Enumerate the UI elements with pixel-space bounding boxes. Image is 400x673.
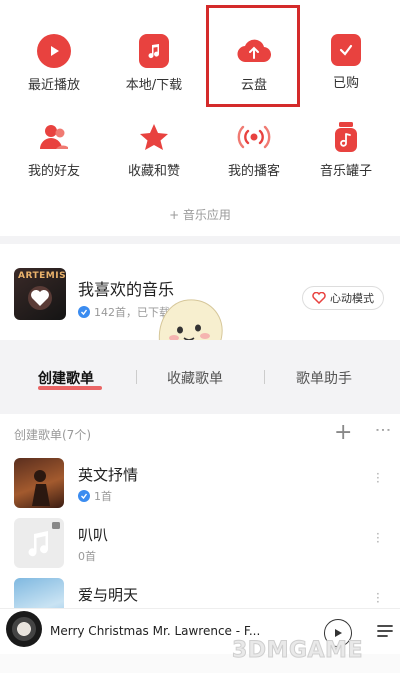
shortcut-friends[interactable]: 我的好友 [4,120,104,190]
playlist-queue-icon[interactable] [376,621,396,641]
heart-outline-icon [312,292,326,304]
play-icon [335,629,342,637]
star-icon [137,120,171,154]
music-note-icon [139,34,169,68]
playlist-cover-image [14,458,64,508]
highlight-box [206,5,300,107]
heart-mode-button[interactable]: 心动模式 [302,286,384,310]
playlist-more-button[interactable]: · · · [376,528,380,548]
tab-playlist-assistant[interactable]: 歌单助手 [296,368,352,388]
tab-divider [264,370,265,384]
music-jar-icon [329,120,363,154]
playlist-name: 叭叭 [78,526,109,544]
cover-text: ARTEMIS [18,271,66,281]
shopping-bag-icon [331,34,361,66]
broadcast-icon [237,120,271,154]
shortcut-music-jar[interactable]: 音乐罐子 [296,120,396,190]
created-playlists-section: 创建歌单(7个) + ⋮ 英文抒情 1首 · · · 叭叭 0首 · · · 爱与明天 … [0,414,400,628]
shortcut-label: 我的好友 [27,164,80,179]
heart-icon [28,286,52,310]
verified-check-icon [78,490,90,502]
shortcut-label: 音乐罐子 [319,164,372,179]
playlist-name: 英文抒情 [78,466,139,484]
shortcut-favorites-likes[interactable]: 收藏和赞 [104,120,204,190]
verified-check-icon [78,306,90,318]
shortcut-recent-play[interactable]: 最近播放 [4,34,104,104]
shortcut-grid: 最近播放 本地/下载 云盘 已购 我的好友 收藏和赞 我的播客 音乐罐子 + 音… [0,0,400,236]
shortcut-label: 我的播客 [227,164,280,179]
shortcut-purchased[interactable]: 已购 [296,34,396,104]
favorite-cover-image: ARTEMIS [14,268,66,320]
shortcut-label: 已购 [332,76,359,91]
now-playing-title: Merry Christmas Mr. Lawrence - F... [50,624,261,638]
heart-mode-label: 心动模式 [330,292,374,305]
music-apps-button[interactable]: + 音乐应用 [0,206,400,223]
section-more-button[interactable]: ⋮ [374,422,393,436]
shortcut-label: 收藏和赞 [127,164,180,179]
shortcut-label: 本地/下载 [125,78,183,93]
playlist-count-text: 1首 [94,490,112,503]
music-note-icon [28,522,60,557]
playlist-more-button[interactable]: · · · [376,588,380,608]
tab-divider [136,370,137,384]
shortcut-my-podcast[interactable]: 我的播客 [204,120,304,190]
playlist-count: 1首 [78,488,112,504]
shortcut-label: 最近播放 [27,78,80,93]
shortcut-local-download[interactable]: 本地/下载 [104,34,204,104]
playlist-cover-placeholder [14,518,64,568]
playlist-name: 爱与明天 [78,586,139,604]
playlist-item[interactable]: 叭叭 0首 · · · [0,514,400,570]
playlist-tabs: 创建歌单 收藏歌单 歌单助手 [0,340,400,402]
playlist-count: 0首 [78,550,96,563]
add-playlist-button[interactable]: + [334,420,352,445]
playlist-item[interactable]: 英文抒情 1首 · · · [0,454,400,510]
album-disc [6,611,42,647]
section-header: 创建歌单(7个) [14,428,91,442]
tab-collected-playlists[interactable]: 收藏歌单 [167,368,223,388]
tab-created-playlists[interactable]: 创建歌单 [38,368,94,388]
playlist-more-button[interactable]: · · · [376,468,380,488]
watermark-text: 3DMGAME [232,638,363,664]
play-icon [37,34,71,68]
friends-icon [37,120,71,154]
